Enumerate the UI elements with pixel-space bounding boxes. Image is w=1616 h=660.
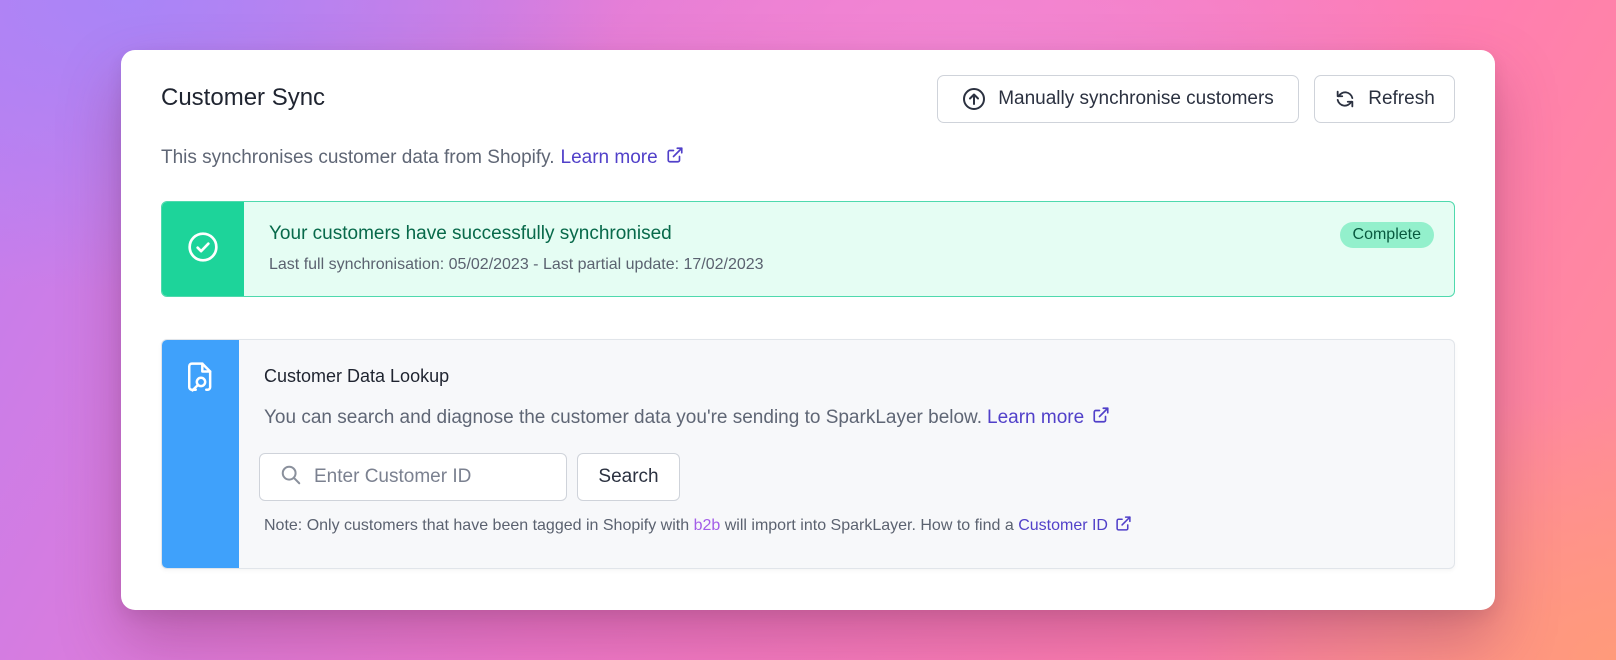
search-icon xyxy=(280,464,302,491)
lookup-sidebar xyxy=(162,340,239,568)
lookup-learn-more-label: Learn more xyxy=(987,407,1085,428)
upload-circle-icon xyxy=(962,87,986,111)
external-link-icon xyxy=(1092,406,1110,430)
external-link-icon xyxy=(666,146,684,170)
lookup-heading: Customer Data Lookup xyxy=(264,366,450,386)
customer-lookup-panel: Customer Data Lookup You can search and … xyxy=(161,339,1455,569)
refresh-label: Refresh xyxy=(1368,88,1435,109)
customer-id-input[interactable] xyxy=(312,465,556,489)
lookup-description: You can search and diagnose the customer… xyxy=(264,407,983,428)
lookup-note: Note: Only customers that have been tagg… xyxy=(264,515,1132,537)
manual-sync-label: Manually synchronise customers xyxy=(998,88,1274,109)
intro-description: This synchronises customer data from Sho… xyxy=(161,147,555,168)
refresh-icon xyxy=(1334,88,1356,110)
external-link-icon xyxy=(1115,515,1132,537)
intro-text: This synchronises customer data from Sho… xyxy=(161,146,684,170)
note-prefix: Note: Only customers that have been tagg… xyxy=(264,517,694,534)
customer-id-search-field[interactable] xyxy=(259,453,567,501)
lookup-learn-more-link[interactable]: Learn more xyxy=(987,406,1110,430)
sync-status-panel: Your customers have successfully synchro… xyxy=(161,201,1455,297)
check-circle-icon xyxy=(187,231,219,268)
page-title: Customer Sync xyxy=(161,84,326,111)
intro-learn-more-label: Learn more xyxy=(560,147,658,168)
lookup-description-row: You can search and diagnose the customer… xyxy=(264,406,1110,430)
note-suffix: will import into SparkLayer. How to find… xyxy=(720,517,1019,534)
manual-sync-button[interactable]: Manually synchronise customers xyxy=(937,75,1299,123)
customer-sync-card: Customer Sync Manually synchronise custo… xyxy=(121,50,1495,610)
sync-status-heading: Your customers have successfully synchro… xyxy=(269,223,672,244)
customer-id-help-link[interactable]: Customer ID xyxy=(1018,515,1132,537)
intro-learn-more-link[interactable]: Learn more xyxy=(561,146,684,170)
search-button[interactable]: Search xyxy=(577,453,680,501)
refresh-button[interactable]: Refresh xyxy=(1314,75,1455,123)
b2b-tag: b2b xyxy=(693,517,721,534)
sync-status-detail: Last full synchronisation: 05/02/2023 - … xyxy=(269,256,764,273)
document-search-icon xyxy=(185,361,217,400)
customer-id-help-label: Customer ID xyxy=(1018,517,1108,534)
sync-status-sidebar xyxy=(162,202,244,296)
status-badge: Complete xyxy=(1339,222,1434,248)
